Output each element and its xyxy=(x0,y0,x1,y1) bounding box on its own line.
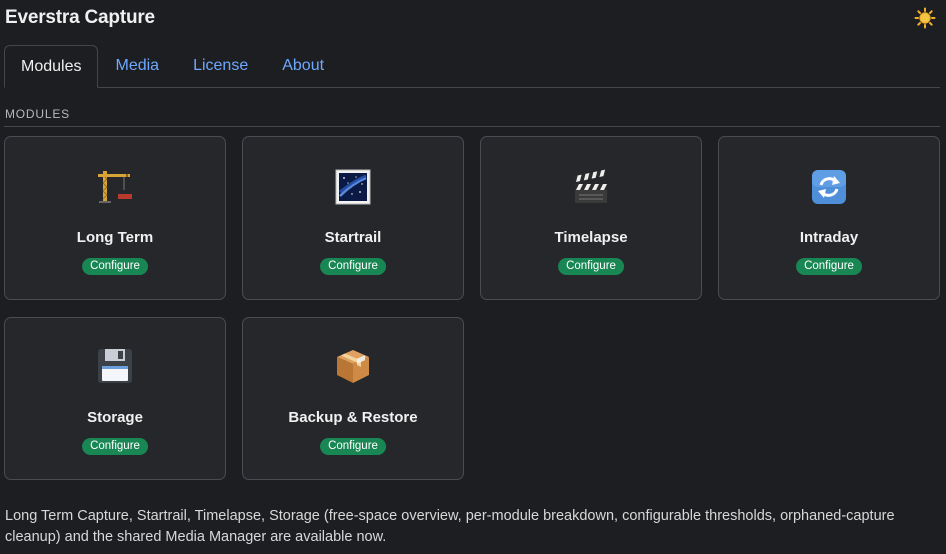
status-note: Long Term Capture, Startrail, Timelapse,… xyxy=(5,508,895,545)
configure-button[interactable]: Configure xyxy=(82,438,148,455)
night-sky-icon xyxy=(334,168,372,206)
tab-modules[interactable]: Modules xyxy=(4,45,99,88)
section-divider xyxy=(4,126,940,127)
module-name: Backup & Restore xyxy=(288,409,418,426)
module-card-intraday[interactable]: Intraday Configure xyxy=(718,136,940,300)
module-name: Timelapse xyxy=(554,229,628,246)
app-title: Everstra Capture xyxy=(5,7,155,28)
module-card-storage[interactable]: Storage Configure xyxy=(4,317,226,480)
configure-button[interactable]: Configure xyxy=(320,258,386,275)
package-icon xyxy=(334,347,372,385)
sun-icon[interactable] xyxy=(914,7,936,29)
configure-button[interactable]: Configure xyxy=(558,258,624,275)
module-card-long-term[interactable]: Long Term Configure xyxy=(4,136,226,300)
module-name: Long Term xyxy=(76,229,154,246)
crane-icon xyxy=(96,168,134,206)
configure-button[interactable]: Configure xyxy=(320,438,386,455)
app-window: Everstra Capture Modules Media License A… xyxy=(0,0,946,554)
refresh-icon xyxy=(810,168,848,206)
clapper-board-icon xyxy=(572,168,610,206)
module-name: Intraday xyxy=(799,229,859,246)
tab-media[interactable]: Media xyxy=(98,45,176,87)
tab-about[interactable]: About xyxy=(265,45,341,87)
configure-button[interactable]: Configure xyxy=(796,258,862,275)
tab-bar: Modules Media License About xyxy=(4,45,940,88)
module-card-timelapse[interactable]: Timelapse Configure xyxy=(480,136,702,300)
floppy-disk-icon xyxy=(96,347,134,385)
module-name: Startrail xyxy=(324,229,382,246)
module-card-startrail[interactable]: Startrail Configure xyxy=(242,136,464,300)
module-name: Storage xyxy=(87,409,143,426)
section-heading: MODULES xyxy=(5,107,70,121)
tab-license[interactable]: License xyxy=(176,45,265,87)
configure-button[interactable]: Configure xyxy=(82,258,148,275)
module-card-backup-restore[interactable]: Backup & Restore Configure xyxy=(242,317,464,480)
